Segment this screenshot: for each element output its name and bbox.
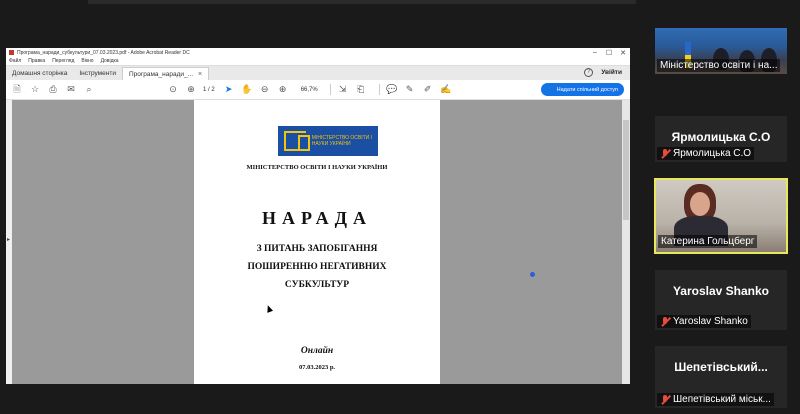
draw-icon[interactable]: ✐ [422,84,434,96]
window-title: Програма_наради_субкультури_07.03.2023.p… [17,49,190,56]
participant-label: Yaroslav Shanko [657,315,751,328]
document-subtitle: З ПИТАНЬ ЗАПОБІГАННЯ ПОШИРЕННЮ НЕГАТИВНИ… [247,244,387,290]
email-icon[interactable]: ✉ [65,84,77,96]
participant-name: Міністерство освіти і на... [660,60,778,71]
participant-big-name: Yaroslav Shanko [672,284,770,298]
tab-document-label: Програма_наради_... [128,70,194,78]
zoom-out-icon[interactable]: ⊖ [259,84,271,96]
meeting-date: 07.03.2023 р. [298,364,336,371]
maximize-icon[interactable]: ☐ [602,49,616,57]
participant-big-name: Шепетівський... [674,360,768,374]
shared-screen-acrobat: Програма_наради_субкультури_07.03.2023.p… [6,48,630,384]
mic-muted-icon [660,316,670,327]
select-cursor-icon[interactable]: ➤ [223,84,235,96]
participant-label: Ярмолицька С.О [657,147,755,160]
expand-panel-icon[interactable]: ▸ [7,236,10,243]
participant-tile-kateryna[interactable]: Катерина Гольцберг [654,178,788,254]
video-face [690,192,710,216]
zoom-meeting-window: Програма_наради_субкультури_07.03.2023.p… [0,0,800,414]
tab-document[interactable]: Програма_наради_... × [121,67,210,80]
close-icon[interactable]: ✕ [616,49,630,57]
participant-label: Шепетівський міськ... [657,393,774,406]
mic-muted-icon [660,148,670,159]
toolbar-divider [378,84,380,95]
page-indicator[interactable]: 1 / 2 [203,87,215,93]
logo-text: МІНІСТЕРСТВО ОСВІТИ І НАУКИ УКРАЇНИ [311,135,373,147]
participant-label: Міністерство освіти і на... [657,59,781,72]
save-icon[interactable]: 🗎 [11,84,23,96]
minimize-icon[interactable]: – [588,49,602,56]
tab-bar-right: ? Увійти [584,68,622,77]
acrobat-toolbar: 🗎 ☆ ⎙ ✉ ⌕ ⊙ ⊕ 1 / 2 ➤ ✋ ⊖ ⊕ 66,7% ⇲ ⎗ 💬 … [6,80,630,100]
participant-name: Шепетівський міськ... [673,394,771,405]
tab-bar: Домашня сторінка Інструменти Програма_на… [6,65,630,80]
comment-icon[interactable]: 💬 [386,84,398,96]
participant-name: Yaroslav Shanko [673,316,748,327]
fill-sign-icon[interactable]: ✍ [440,84,452,96]
top-bar [88,0,636,4]
page-down-icon[interactable]: ⊕ [185,84,197,96]
page-up-icon[interactable]: ⊙ [167,84,179,96]
left-panel-rail[interactable]: ▸ [6,100,12,384]
tab-close-icon[interactable]: × [198,71,202,78]
participant-tile-ministry[interactable]: Міністерство освіти і на... [655,28,787,74]
zoom-level[interactable]: 66,7% [301,87,318,93]
share-button[interactable]: 👤 Надати спільний доступ [540,83,624,96]
participant-name: Катерина Гольцберг [661,236,755,247]
tab-tools[interactable]: Інструменти [73,67,122,80]
page-total: / 2 [208,86,215,93]
help-icon[interactable]: ? [584,68,594,77]
zoom-in-icon[interactable]: ⊕ [277,84,289,96]
participant-name: Ярмолицька С.О [673,148,752,159]
menu-bar: Файл Правка Перегляд Вікно Довідка [6,57,630,65]
acrobat-title-bar: Програма_наради_субкультури_07.03.2023.p… [6,48,630,57]
participant-label: Катерина Гольцберг [658,235,758,248]
participant-tile-shepetivka[interactable]: Шепетівський... Шепетівський міськ... [655,346,787,408]
ministry-logo: МІНІСТЕРСТВО ОСВІТИ І НАУКИ УКРАЇНИ [278,126,378,156]
scroll-mode-icon[interactable]: ⎗ [355,84,367,96]
participant-big-name: Ярмолицька С.О [671,130,771,144]
hand-tool-icon[interactable]: ✋ [241,84,253,96]
menu-edit[interactable]: Правка [28,58,45,64]
bookmark-star-icon[interactable]: ☆ [29,84,41,96]
meeting-format: Онлайн [300,346,334,356]
fit-page-icon[interactable]: ⇲ [337,84,349,96]
document-viewport[interactable]: ▸ МІНІСТЕРСТВО ОСВІТИ І НАУКИ УКРАЇНИ МІ… [6,100,630,384]
share-user-icon: 👤 [546,86,554,93]
participant-tile-yarmolytska[interactable]: Ярмолицька С.О Ярмолицька С.О [655,116,787,162]
page-current[interactable]: 1 [203,87,206,93]
toolbar-divider [329,84,331,95]
highlight-pen-icon[interactable]: ✎ [404,84,416,96]
scrollbar-thumb[interactable] [623,120,629,220]
search-icon[interactable]: ⌕ [83,84,95,96]
menu-help[interactable]: Довідка [101,58,119,64]
logo-mark-icon [284,131,310,151]
pdf-page: МІНІСТЕРСТВО ОСВІТИ І НАУКИ УКРАЇНИ МІНІ… [194,100,440,384]
acrobat-icon [9,50,14,55]
ministry-heading: МІНІСТЕРСТВО ОСВІТИ І НАУКИ УКРАЇНИ [246,164,388,171]
print-icon[interactable]: ⎙ [47,84,59,96]
menu-view[interactable]: Перегляд [52,58,74,64]
share-button-label: Надати спільний доступ [556,86,618,93]
signin-button[interactable]: Увійти [601,69,622,76]
tab-home[interactable]: Домашня сторінка [6,67,73,80]
mic-muted-icon [660,394,670,405]
menu-file[interactable]: Файл [9,58,21,64]
vertical-scrollbar[interactable] [622,100,630,384]
participant-tile-shanko[interactable]: Yaroslav Shanko Yaroslav Shanko [655,270,787,330]
document-title: НАРАДА [261,208,373,228]
menu-window[interactable]: Вікно [81,58,93,64]
pointer-dot [530,272,535,277]
